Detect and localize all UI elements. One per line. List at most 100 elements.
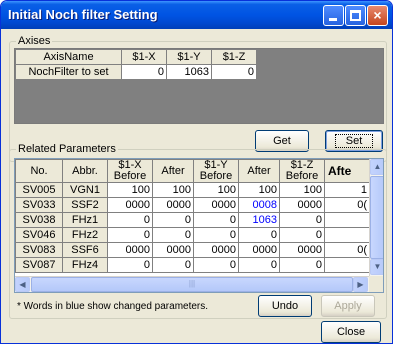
apply-button[interactable]: Apply bbox=[321, 295, 375, 317]
horizontal-scrollbar[interactable]: ◀ ||| ▶ bbox=[15, 276, 369, 292]
related-parameters-group: Related Parameters No. Abbr. $1-X Before… bbox=[9, 143, 387, 319]
param-value-cell: 100 bbox=[193, 182, 239, 198]
param-value-cell: 0 bbox=[152, 227, 194, 243]
col-x-before-header: $1-X Before bbox=[107, 159, 153, 183]
param-value-cell: 0 bbox=[279, 257, 325, 273]
param-value-cell: 0008 bbox=[238, 197, 280, 213]
param-value-cell: 0000 bbox=[238, 242, 280, 258]
param-value-cell: 0 bbox=[193, 257, 239, 273]
param-abbr-cell: SSF6 bbox=[62, 242, 108, 258]
nochfilter-z-cell[interactable]: 0 bbox=[211, 64, 257, 80]
param-value-cell: 0000 bbox=[279, 242, 325, 258]
param-value-cell: 0 bbox=[107, 257, 153, 273]
axis-name-header: AxisName bbox=[15, 49, 122, 65]
param-value-cell: 0 bbox=[193, 227, 239, 243]
related-parameters-legend: Related Parameters bbox=[16, 143, 118, 155]
title-bar[interactable]: Initial Noch filter Setting × bbox=[1, 1, 392, 29]
param-abbr-cell: VGN1 bbox=[62, 182, 108, 198]
col-z-before-header: $1-Z Before bbox=[279, 159, 325, 183]
parameter-row[interactable]: SV046 FHz2 0 0 0 0 0 bbox=[15, 227, 370, 243]
param-value-cell: 100 bbox=[152, 182, 194, 198]
col-no-header: No. bbox=[15, 159, 63, 183]
maximize-icon bbox=[350, 10, 361, 21]
param-no-cell: SV046 bbox=[15, 227, 63, 243]
axis-table: AxisName $1-X $1-Y $1-Z NochFilter to se… bbox=[15, 49, 257, 80]
param-no-cell: SV033 bbox=[15, 197, 63, 213]
param-value-cell: 0 bbox=[152, 212, 194, 228]
col-y-before-header: $1-Y Before bbox=[193, 159, 239, 183]
axis-y-header: $1-Y bbox=[166, 49, 212, 65]
param-value-cell: 0000 bbox=[279, 197, 325, 213]
col-x-after-header: After bbox=[152, 159, 194, 183]
param-value-cell: 100 bbox=[279, 182, 325, 198]
parameter-row[interactable]: SV083 SSF6 0000 0000 0000 0000 0000 0( bbox=[15, 242, 370, 258]
col-y-after-header: After bbox=[238, 159, 280, 183]
param-value-cell bbox=[324, 227, 370, 243]
close-button[interactable]: Close bbox=[321, 321, 381, 343]
parameter-row[interactable]: SV033 SSF2 0000 0000 0000 0008 0000 0( bbox=[15, 197, 370, 213]
param-value-cell: 0000 bbox=[193, 242, 239, 258]
param-abbr-cell: FHz1 bbox=[62, 212, 108, 228]
nochfilter-row: NochFilter to set 0 1063 0 bbox=[15, 64, 257, 80]
param-value-cell: 0000 bbox=[193, 197, 239, 213]
param-value-cell bbox=[324, 212, 370, 228]
param-value-cell: 0 bbox=[107, 212, 153, 228]
axis-header-row: AxisName $1-X $1-Y $1-Z bbox=[15, 49, 257, 65]
col-z-after-header: Afte bbox=[324, 159, 370, 183]
param-value-cell: 0( bbox=[324, 242, 370, 258]
scroll-down-button[interactable]: ▼ bbox=[370, 259, 383, 275]
param-value-cell: 1 bbox=[324, 182, 370, 198]
changed-parameters-note: * Words in blue show changed parameters. bbox=[17, 301, 209, 312]
parameter-row[interactable]: SV038 FHz1 0 0 0 1063 0 bbox=[15, 212, 370, 228]
param-no-cell: SV087 bbox=[15, 257, 63, 273]
maximize-button[interactable] bbox=[345, 5, 366, 26]
parameter-row[interactable]: SV005 VGN1 100 100 100 100 100 1 bbox=[15, 182, 370, 198]
horizontal-scroll-thumb[interactable]: ||| bbox=[31, 277, 353, 292]
minimize-icon bbox=[329, 18, 337, 21]
nochfilter-row-label: NochFilter to set bbox=[15, 64, 122, 80]
axis-grid-area: AxisName $1-X $1-Y $1-Z NochFilter to se… bbox=[14, 48, 384, 124]
axises-legend: Axises bbox=[16, 35, 53, 47]
param-value-cell bbox=[324, 257, 370, 273]
param-value-cell: 0 bbox=[152, 257, 194, 273]
vertical-scrollbar[interactable]: ▲ ▼ bbox=[369, 159, 383, 276]
param-no-cell: SV038 bbox=[15, 212, 63, 228]
parameters-table: No. Abbr. $1-X Before After $1-Y Before … bbox=[15, 159, 370, 273]
parameters-grid[interactable]: No. Abbr. $1-X Before After $1-Y Before … bbox=[14, 158, 384, 293]
param-value-cell: 0 bbox=[279, 227, 325, 243]
parameters-header-row: No. Abbr. $1-X Before After $1-Y Before … bbox=[15, 159, 370, 183]
scroll-right-button[interactable]: ▶ bbox=[353, 277, 368, 292]
minimize-button[interactable] bbox=[323, 5, 344, 26]
dialog-window: Initial Noch filter Setting × Axises Axi… bbox=[0, 0, 393, 344]
col-abbr-header: Abbr. bbox=[62, 159, 108, 183]
scrollbar-corner bbox=[369, 276, 383, 292]
param-abbr-cell: FHz2 bbox=[62, 227, 108, 243]
axis-z-header: $1-Z bbox=[211, 49, 257, 65]
vertical-scroll-thumb[interactable] bbox=[370, 176, 383, 259]
param-value-cell: 0000 bbox=[152, 242, 194, 258]
param-abbr-cell: FHz4 bbox=[62, 257, 108, 273]
param-no-cell: SV005 bbox=[15, 182, 63, 198]
param-abbr-cell: SSF2 bbox=[62, 197, 108, 213]
param-value-cell: 0 bbox=[279, 212, 325, 228]
close-icon: × bbox=[373, 7, 382, 23]
parameter-row[interactable]: SV087 FHz4 0 0 0 0 0 bbox=[15, 257, 370, 273]
nochfilter-y-cell[interactable]: 1063 bbox=[166, 64, 212, 80]
nochfilter-x-cell[interactable]: 0 bbox=[121, 64, 167, 80]
param-value-cell: 0 bbox=[238, 227, 280, 243]
param-value-cell: 0 bbox=[193, 212, 239, 228]
close-window-button[interactable]: × bbox=[367, 5, 388, 26]
param-value-cell: 0( bbox=[324, 197, 370, 213]
param-value-cell: 0000 bbox=[107, 242, 153, 258]
param-value-cell: 0 bbox=[107, 227, 153, 243]
set-button-label: Set bbox=[334, 134, 374, 148]
param-value-cell: 0000 bbox=[107, 197, 153, 213]
window-title: Initial Noch filter Setting bbox=[8, 7, 158, 22]
param-value-cell: 0 bbox=[238, 257, 280, 273]
scroll-up-button[interactable]: ▲ bbox=[370, 159, 383, 175]
undo-button[interactable]: Undo bbox=[258, 295, 312, 317]
param-value-cell: 100 bbox=[107, 182, 153, 198]
param-value-cell: 0000 bbox=[152, 197, 194, 213]
scroll-left-button[interactable]: ◀ bbox=[15, 277, 30, 292]
param-value-cell: 1063 bbox=[238, 212, 280, 228]
